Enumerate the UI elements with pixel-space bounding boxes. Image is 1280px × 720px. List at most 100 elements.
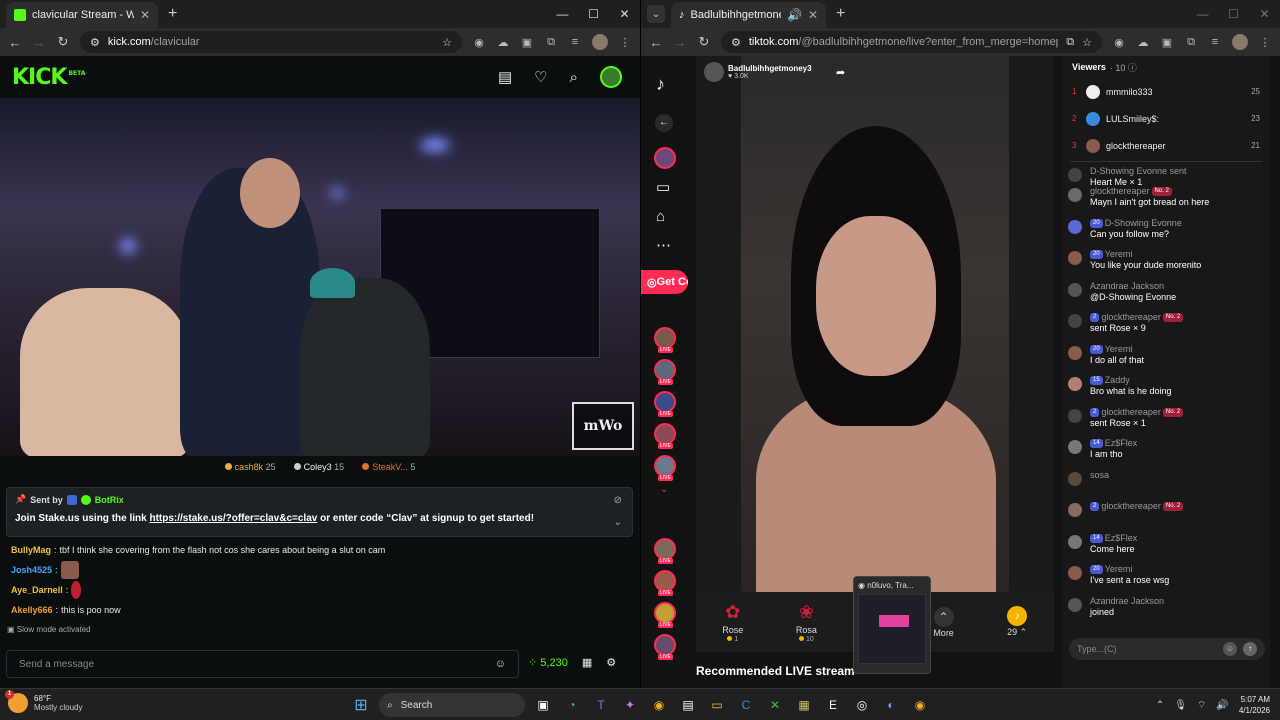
media-icon[interactable]: ≡ xyxy=(568,36,582,48)
commenter-name[interactable]: sosa xyxy=(1090,470,1109,480)
commenter-name[interactable]: glockthereaper xyxy=(1090,186,1150,196)
chat-user[interactable]: Aye_Darnell xyxy=(11,585,63,596)
more-dots-icon[interactable]: ⋯ xyxy=(656,236,671,254)
kick-logo[interactable]: KICK BETA xyxy=(12,65,85,90)
video-camera-icon[interactable]: ▭ xyxy=(656,178,670,196)
chat-user[interactable]: Josh4525 xyxy=(11,565,52,576)
gift-rose[interactable]: ✿ Rose 1 xyxy=(708,602,758,643)
extensions-puzzle-icon[interactable]: ⧉ xyxy=(544,36,558,49)
chat-user[interactable]: Akelly666 xyxy=(11,605,53,616)
volume-icon[interactable]: 🔊 xyxy=(1216,700,1228,711)
streamer-name[interactable]: Badlulbihhgetmoney3 xyxy=(728,64,812,73)
commenter-name[interactable]: Azandrae Jackson xyxy=(1090,596,1164,606)
commenter-name[interactable]: Ez$Flex xyxy=(1105,533,1138,543)
live-channel-avatar[interactable]: LIVE xyxy=(654,327,676,353)
commenter-avatar[interactable] xyxy=(1068,408,1082,423)
browse-icon[interactable]: ▤ xyxy=(498,68,512,86)
browser-menu-icon[interactable]: ⋮ xyxy=(1258,36,1272,49)
store-icon[interactable]: ▤ xyxy=(677,694,699,716)
gift-box-icon[interactable]: ▦ xyxy=(582,656,592,669)
tray-overflow-icon[interactable]: ⌃ xyxy=(1156,700,1164,711)
pinned-link[interactable]: https://stake.us/?offer=clav&c=clav xyxy=(149,513,317,524)
chrome-icon[interactable]: ◉ xyxy=(648,694,670,716)
streamer-avatar[interactable] xyxy=(704,62,724,82)
commenter-name[interactable]: Zaddy xyxy=(1105,375,1130,385)
bookmark-star-icon[interactable]: ☆ xyxy=(1082,36,1092,49)
user-avatar[interactable] xyxy=(600,66,622,88)
tab-search-dropdown[interactable]: ⌄ xyxy=(647,5,665,23)
commenter-name[interactable]: Azandrae Jackson xyxy=(1090,281,1164,291)
top-viewer-row[interactable]: 2 LULSmiiley$: 23 xyxy=(1062,105,1270,132)
site-info-icon[interactable]: ⚙ xyxy=(90,36,100,49)
commenter-name[interactable]: Ez$Flex xyxy=(1105,438,1138,448)
live-channel-avatar[interactable]: LIVE xyxy=(654,455,676,481)
unpin-icon[interactable]: ⊘ xyxy=(614,495,622,506)
app-c-icon[interactable]: C xyxy=(735,694,757,716)
streamer-info[interactable]: Badlulbihhgetmoney3 ♥ 3.0K xyxy=(704,62,812,82)
open-external-icon[interactable]: ⧉ xyxy=(1066,36,1074,49)
coin-balance[interactable]: ♪ 29 ⌃ xyxy=(992,606,1042,638)
send-arrow-icon[interactable]: ↑ xyxy=(1243,642,1257,656)
stream-video[interactable]: mWo xyxy=(0,98,640,456)
commenter-avatar[interactable] xyxy=(1068,534,1082,549)
profile-avatar[interactable] xyxy=(1232,34,1248,50)
commenter-avatar[interactable] xyxy=(1068,168,1082,182)
channel-points[interactable]: ⁘ 5,230 xyxy=(528,656,568,669)
back-icon[interactable]: ← xyxy=(8,35,22,50)
epic-games-icon[interactable]: E xyxy=(822,694,844,716)
forward-icon[interactable]: → xyxy=(673,35,687,50)
commenter-avatar[interactable] xyxy=(1068,345,1082,360)
extension-icon-3[interactable]: ▣ xyxy=(1160,36,1174,49)
new-tab-button[interactable]: + xyxy=(836,5,845,23)
commenter-name[interactable]: D-Showing Evonne xyxy=(1105,218,1182,228)
windows-start-icon[interactable]: ⊞ xyxy=(350,694,372,716)
steam-icon[interactable]: ◎ xyxy=(851,694,873,716)
back-icon[interactable]: ← xyxy=(649,35,663,50)
get-coins-button[interactable]: ◎ Get Coi xyxy=(641,270,688,294)
live-channel-avatar[interactable]: LIVE xyxy=(654,538,676,564)
emoji-icon[interactable]: ☺ xyxy=(495,658,506,670)
url-field[interactable]: ⚙ kick.com/clavicular ☆ xyxy=(80,31,462,53)
emoji-icon[interactable]: ☺ xyxy=(1223,642,1237,656)
media-icon[interactable]: ≡ xyxy=(1208,36,1222,48)
leader-2[interactable]: Coley3 15 xyxy=(293,462,344,472)
reload-icon[interactable]: ↻ xyxy=(697,34,711,50)
settings-gear-icon[interactable]: ⚙ xyxy=(606,656,616,669)
app-icon[interactable]: ▦ xyxy=(793,694,815,716)
bot-name[interactable]: BotRix xyxy=(95,495,124,505)
commenter-name[interactable]: Yeremi xyxy=(1105,564,1133,574)
search-icon[interactable]: ⌕ xyxy=(570,69,578,86)
commenter-avatar[interactable] xyxy=(1068,503,1082,517)
weather-widget[interactable]: 1 68°F Mostly cloudy xyxy=(5,690,82,713)
commenter-name[interactable]: D-Showing Evonne sent xyxy=(1090,166,1187,176)
extension-icon-3[interactable]: ▣ xyxy=(520,36,534,49)
leader-1[interactable]: cash8k 25 xyxy=(224,462,276,472)
close-tab-icon[interactable]: ✕ xyxy=(808,8,818,22)
explore-icon[interactable]: ⌂ xyxy=(656,208,665,225)
xbox-icon[interactable]: ✕ xyxy=(764,694,786,716)
close-window-button[interactable]: ✕ xyxy=(609,0,640,28)
commenter-name[interactable]: glockthereaper xyxy=(1101,501,1161,511)
commenter-avatar[interactable] xyxy=(1068,377,1082,391)
following-heart-icon[interactable]: ♡ xyxy=(534,68,547,86)
network-icon[interactable]: ⌔ xyxy=(1197,699,1206,712)
minimize-button[interactable]: — xyxy=(1187,0,1218,28)
copilot-icon[interactable]: ✦ xyxy=(619,694,641,716)
commenter-avatar[interactable] xyxy=(1068,440,1082,454)
live-channel-avatar[interactable]: LIVE xyxy=(654,602,676,628)
live-channel-avatar[interactable]: LIVE xyxy=(654,570,676,596)
live-channel-avatar[interactable]: LIVE xyxy=(654,634,676,660)
tab-kick[interactable]: clavicular Stream - Watch Live o ✕ xyxy=(6,2,158,28)
file-explorer-icon[interactable]: ▭ xyxy=(706,694,728,716)
new-tab-button[interactable]: + xyxy=(168,5,177,23)
teams-icon[interactable]: T xyxy=(590,694,612,716)
extension-icon[interactable]: ◉ xyxy=(472,36,486,49)
chat-user[interactable]: BullyMag xyxy=(11,545,51,556)
commenter-avatar[interactable] xyxy=(1068,282,1082,297)
commenter-avatar[interactable] xyxy=(1068,251,1082,265)
site-info-icon[interactable]: ⚙ xyxy=(731,36,741,49)
extensions-puzzle-icon[interactable]: ⧉ xyxy=(1184,36,1198,49)
maximize-button[interactable]: ☐ xyxy=(578,0,609,28)
commenter-name[interactable]: Yeremi xyxy=(1105,249,1133,259)
live-channel-avatar[interactable]: LIVE xyxy=(654,391,676,417)
